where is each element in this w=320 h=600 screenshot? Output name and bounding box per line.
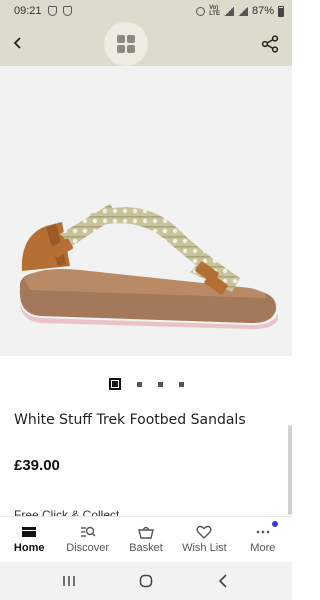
nav-basket-label: Basket [129, 542, 163, 554]
home-system-button[interactable] [131, 566, 161, 596]
app-header [0, 22, 292, 66]
chevron-left-icon [13, 37, 21, 49]
collect-option[interactable]: Free Click & Collect [14, 508, 214, 516]
signal-icon [237, 6, 248, 16]
sandal-image [19, 204, 278, 330]
notification-badge [272, 521, 279, 527]
nav-wishlist[interactable]: Wish List [175, 517, 233, 562]
scrollbar[interactable] [288, 425, 292, 515]
alarm-icon [196, 6, 206, 16]
more-icon [255, 525, 271, 539]
recents-icon [62, 576, 75, 586]
system-nav-bar [0, 562, 292, 600]
pager-dot[interactable] [178, 381, 184, 387]
bottom-nav: Home Discover Basket Wish List More [0, 516, 292, 562]
share-button[interactable] [258, 32, 282, 56]
nav-more[interactable]: More [234, 517, 292, 562]
product-title: White Stuff Trek Footbed Sandals [14, 412, 246, 428]
shield-icon [47, 6, 57, 16]
home-icon [21, 525, 37, 539]
nav-home[interactable]: Home [0, 517, 58, 562]
heart-icon [196, 525, 212, 539]
app-menu-button[interactable] [104, 22, 148, 66]
nav-discover-label: Discover [66, 542, 109, 554]
chevron-left-icon [219, 574, 227, 588]
status-time: 09:21 [14, 5, 42, 17]
pager-dot[interactable] [136, 381, 142, 387]
nav-discover[interactable]: Discover [58, 517, 116, 562]
volte-icon: Vo) LTE [209, 5, 220, 17]
status-bar: 09:21 Vo) LTE 87% [0, 0, 292, 22]
image-pager [0, 376, 292, 392]
recents-button[interactable] [54, 566, 84, 596]
product-price: £39.00 [14, 457, 60, 474]
system-back-button[interactable] [208, 566, 238, 596]
nav-home-label: Home [13, 542, 45, 554]
discover-icon [80, 525, 96, 539]
nav-more-label: More [250, 542, 276, 554]
battery-percent: 87% [251, 5, 274, 17]
pager-dot[interactable] [157, 381, 163, 387]
basket-icon [138, 525, 154, 539]
wifi-icon [223, 6, 234, 16]
nav-basket[interactable]: Basket [117, 517, 175, 562]
home-circle-icon [139, 574, 153, 588]
product-image[interactable] [0, 66, 292, 356]
share-icon [261, 35, 279, 53]
battery-icon [278, 5, 284, 17]
grid-icon [117, 35, 135, 53]
shield-icon [62, 6, 72, 16]
back-button[interactable] [6, 30, 30, 56]
collect-text: Free Click & Collect [14, 508, 120, 516]
pager-dot-active[interactable] [108, 378, 121, 390]
nav-wishlist-label: Wish List [182, 542, 227, 554]
